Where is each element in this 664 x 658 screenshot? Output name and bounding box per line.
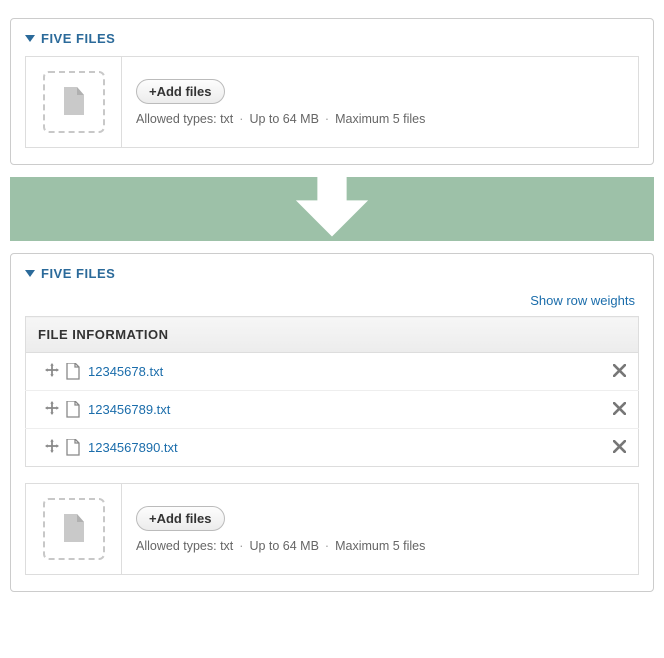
dropzone-placeholder — [43, 71, 105, 133]
file-link[interactable]: 12345678.txt — [88, 364, 163, 379]
panel-title-text: FIVE FILES — [41, 31, 115, 46]
panel-title-toggle[interactable]: FIVE FILES — [25, 31, 639, 56]
document-icon — [62, 87, 86, 117]
upload-panel-after: FIVE FILES Show row weights FILE INFORMA… — [10, 253, 654, 592]
move-icon — [45, 401, 59, 415]
arrow-down-icon — [289, 166, 375, 252]
transition-arrow-strip — [10, 177, 654, 241]
panel-title-text: FIVE FILES — [41, 266, 115, 281]
drag-handle[interactable] — [38, 401, 66, 418]
file-entry: 12345678.txt — [66, 363, 598, 380]
file-entry: 123456789.txt — [66, 401, 598, 418]
chevron-down-icon — [25, 35, 35, 42]
file-link[interactable]: 123456789.txt — [88, 402, 170, 417]
file-link[interactable]: 1234567890.txt — [88, 440, 178, 455]
table-row: 123456789.txt — [26, 391, 639, 429]
file-icon — [66, 401, 80, 418]
close-icon — [613, 402, 626, 415]
add-files-button[interactable]: +Add files — [136, 506, 225, 531]
file-icon — [66, 439, 80, 456]
file-entry: 1234567890.txt — [66, 439, 598, 456]
upload-hint: Allowed types: txt·Up to 64 MB·Maximum 5… — [136, 539, 624, 553]
close-icon — [613, 440, 626, 453]
close-icon — [613, 364, 626, 377]
upload-controls: +Add files Allowed types: txt·Up to 64 M… — [122, 484, 638, 574]
drag-handle[interactable] — [38, 363, 66, 380]
move-icon — [45, 363, 59, 377]
file-icon — [66, 363, 80, 380]
file-dropzone[interactable] — [26, 484, 122, 574]
table-row: 12345678.txt — [26, 353, 639, 391]
remove-file-button[interactable] — [598, 440, 626, 456]
dropzone-placeholder — [43, 498, 105, 560]
remove-file-button[interactable] — [598, 364, 626, 380]
chevron-down-icon — [25, 270, 35, 277]
upload-panel-before: FIVE FILES +Add files Allowed types: txt… — [10, 18, 654, 165]
remove-file-button[interactable] — [598, 402, 626, 418]
panel-title-toggle[interactable]: FIVE FILES — [25, 266, 639, 291]
upload-controls: +Add files Allowed types: txt·Up to 64 M… — [122, 57, 638, 147]
file-table: FILE INFORMATION 12345678.txt 123456789.t… — [25, 316, 639, 467]
upload-widget: +Add files Allowed types: txt·Up to 64 M… — [25, 56, 639, 148]
upload-widget: +Add files Allowed types: txt·Up to 64 M… — [25, 483, 639, 575]
table-row: 1234567890.txt — [26, 429, 639, 467]
add-files-button[interactable]: +Add files — [136, 79, 225, 104]
document-icon — [62, 514, 86, 544]
file-table-header: FILE INFORMATION — [26, 317, 639, 353]
upload-hint: Allowed types: txt·Up to 64 MB·Maximum 5… — [136, 112, 624, 126]
file-dropzone[interactable] — [26, 57, 122, 147]
move-icon — [45, 439, 59, 453]
drag-handle[interactable] — [38, 439, 66, 456]
show-row-weights-link[interactable]: Show row weights — [530, 293, 635, 308]
